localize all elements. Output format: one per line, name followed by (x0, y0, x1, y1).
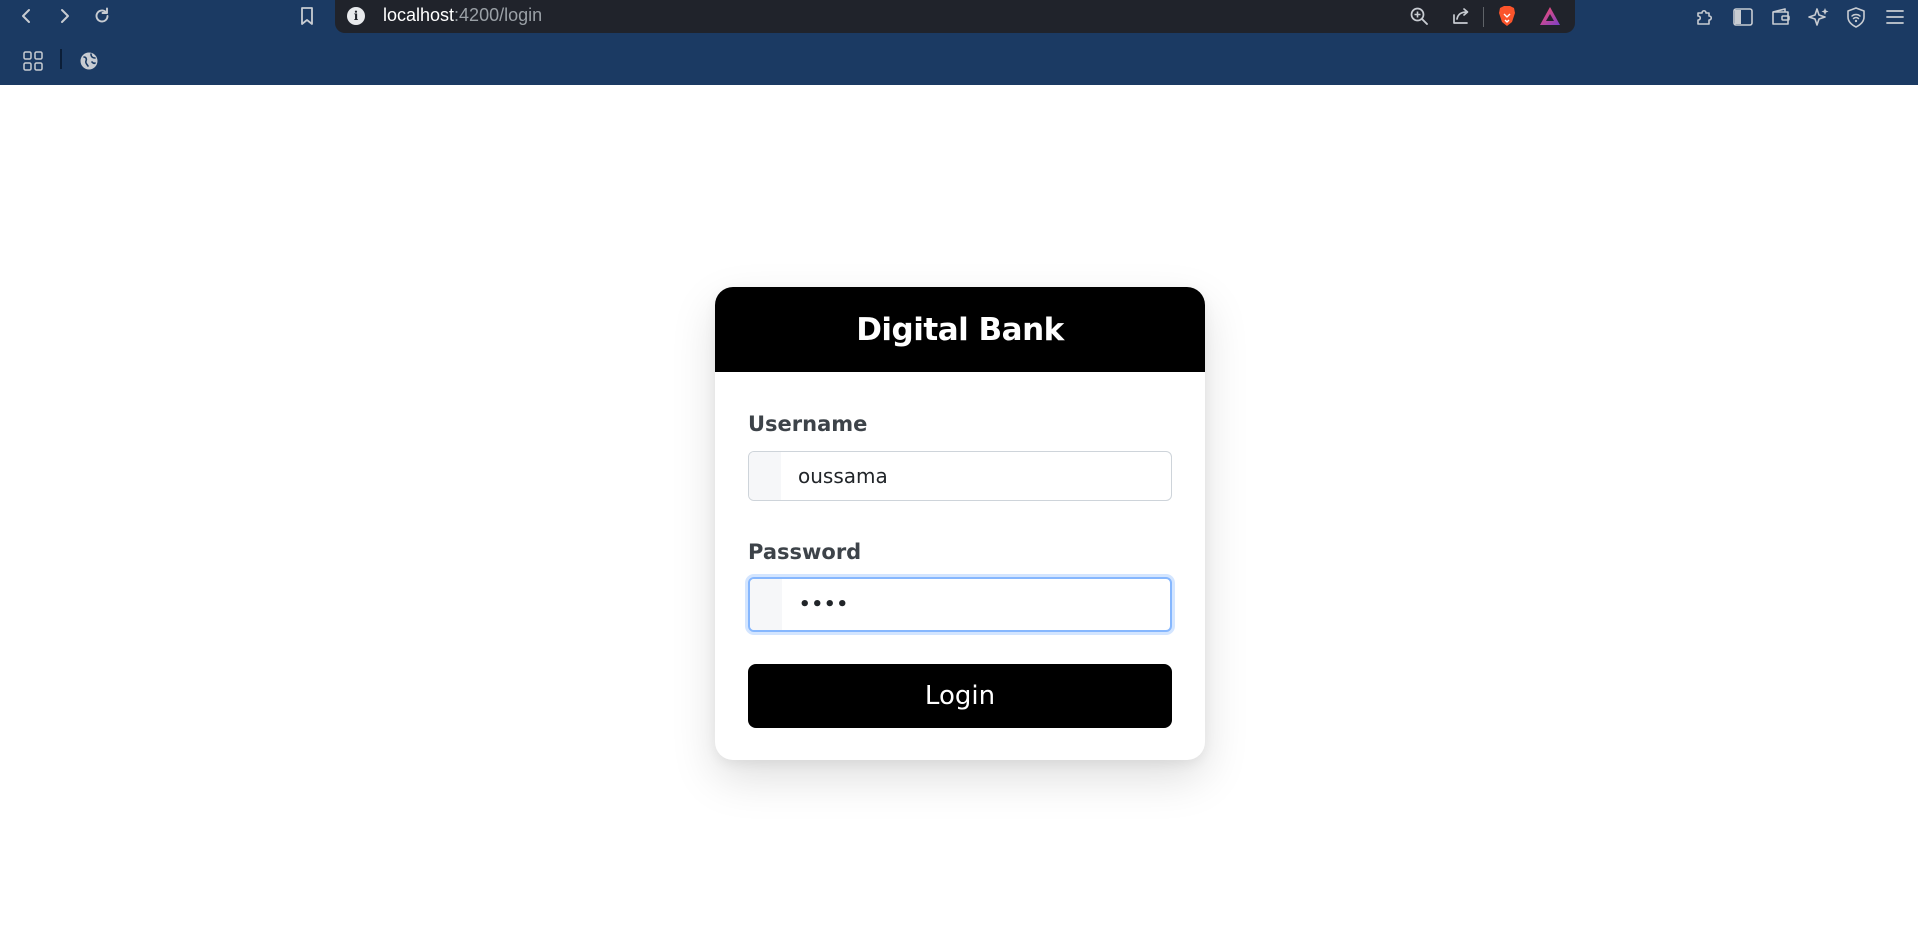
sidebar-icon[interactable] (1730, 4, 1756, 30)
puzzle-icon[interactable] (1692, 4, 1718, 30)
username-label: Username (748, 412, 868, 436)
zoom-in-icon[interactable] (1407, 4, 1431, 28)
globe-icon[interactable] (76, 48, 102, 74)
username-input-value[interactable]: oussama (798, 452, 888, 500)
rewards-triangle-icon[interactable] (1538, 4, 1562, 28)
bookmarks-divider (60, 49, 62, 69)
username-addon (749, 452, 781, 500)
toolbar: i localhost:4200/login (0, 0, 1918, 33)
sparkle-icon[interactable] (1806, 4, 1832, 30)
info-icon[interactable]: i (347, 7, 365, 25)
page-title: Digital Bank (856, 311, 1064, 348)
menu-icon[interactable] (1882, 4, 1908, 30)
bookmarks-bar (0, 42, 1918, 78)
url-path: :4200/login (454, 5, 543, 25)
reload-icon[interactable] (89, 3, 115, 29)
password-field[interactable]: •••• (748, 577, 1172, 632)
browser-chrome: i localhost:4200/login (0, 0, 1918, 85)
url-text[interactable]: localhost:4200/login (383, 5, 542, 26)
address-bar[interactable]: i localhost:4200/login (335, 0, 1575, 33)
apps-grid-icon[interactable] (20, 48, 46, 74)
password-label: Password (748, 540, 862, 564)
login-card: Digital Bank Username oussama Password •… (715, 287, 1205, 760)
card-header: Digital Bank (715, 287, 1205, 372)
back-arrow-icon[interactable] (14, 3, 40, 29)
password-addon (750, 579, 782, 630)
login-button[interactable]: Login (748, 664, 1172, 728)
url-host: localhost (383, 5, 455, 25)
share-icon[interactable] (1449, 4, 1473, 28)
page-content: Digital Bank Username oussama Password •… (0, 85, 1918, 943)
wallet-icon[interactable] (1768, 4, 1794, 30)
vpn-shield-icon[interactable] (1843, 4, 1869, 30)
brave-lion-icon[interactable] (1495, 4, 1519, 28)
username-field[interactable]: oussama (748, 451, 1172, 501)
bookmark-icon[interactable] (294, 3, 320, 29)
forward-arrow-icon[interactable] (51, 3, 77, 29)
urlbar-divider (1483, 7, 1484, 27)
password-input-value[interactable]: •••• (799, 579, 849, 630)
